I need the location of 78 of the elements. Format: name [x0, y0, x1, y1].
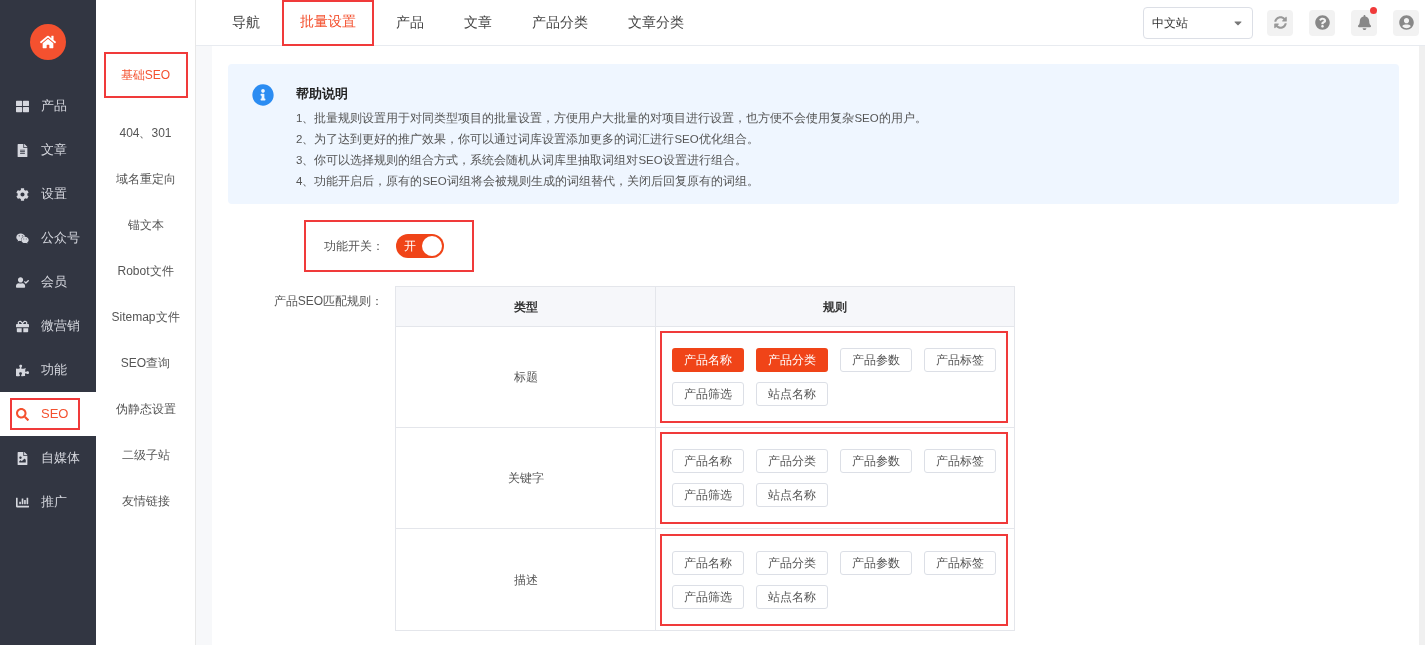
- rule-tag[interactable]: 产品参数: [840, 348, 912, 372]
- sidebar-item[interactable]: 文章: [0, 128, 96, 172]
- table-cell: 描述: [396, 529, 656, 630]
- rule-tag[interactable]: 产品标签: [924, 348, 996, 372]
- help-text: 3、你可以选择规则的组合方式，系统会随机从词库里抽取词组对SEO设置进行组合。: [296, 152, 748, 168]
- sidebar-item[interactable]: 设置: [0, 172, 96, 216]
- sidebar-item[interactable]: 产品: [0, 84, 96, 128]
- home-icon: [40, 34, 56, 50]
- bar-chart-icon: [16, 495, 29, 509]
- user-icon: [16, 275, 29, 289]
- user-icon: [1398, 15, 1414, 30]
- subnav-item[interactable]: 二级子站: [103, 432, 188, 478]
- rule-tag[interactable]: 产品名称: [672, 449, 744, 473]
- sidebar-item[interactable]: 推广: [0, 480, 96, 524]
- tab[interactable]: 批量设置: [282, 0, 374, 46]
- subnav-item[interactable]: 404、301: [103, 110, 188, 156]
- tab[interactable]: 文章分类: [610, 0, 702, 46]
- rule-tag[interactable]: 站点名称: [756, 382, 828, 406]
- tab[interactable]: 文章: [446, 0, 510, 46]
- subnav-item[interactable]: Sitemap文件: [103, 294, 188, 340]
- subnav-item[interactable]: 伪静态设置: [103, 386, 188, 432]
- rule-tag[interactable]: 产品筛选: [672, 483, 744, 507]
- gift-icon: [16, 319, 29, 333]
- notification-button[interactable]: [1351, 9, 1377, 36]
- rule-tag[interactable]: 产品筛选: [672, 382, 744, 406]
- feature-switch[interactable]: 开: [396, 234, 444, 258]
- subnav-item[interactable]: Robot文件: [103, 248, 188, 294]
- rule-tag[interactable]: 产品标签: [924, 550, 996, 575]
- rule-tag[interactable]: 站点名称: [756, 483, 828, 507]
- subnav-item[interactable]: 锚文本: [103, 202, 188, 248]
- subnav-item[interactable]: SEO查询: [103, 340, 188, 386]
- home-button[interactable]: [30, 24, 66, 60]
- column-header: 类型: [396, 287, 656, 326]
- puzzle-icon: [16, 363, 29, 377]
- table-cell: 标题: [396, 327, 656, 427]
- sidebar-item[interactable]: 会员: [0, 260, 96, 304]
- rule-tag[interactable]: 产品分类: [756, 348, 828, 372]
- rule-tag[interactable]: 产品筛选: [672, 584, 744, 609]
- refresh-icon: [1273, 16, 1287, 29]
- rule-tag[interactable]: 产品参数: [840, 550, 912, 575]
- gear-icon: [16, 187, 29, 201]
- subnav-item[interactable]: 基础SEO: [103, 52, 188, 98]
- rule-tag[interactable]: 产品名称: [672, 348, 744, 372]
- site-select[interactable]: 中文站: [1143, 6, 1253, 39]
- sidebar-item[interactable]: 公众号: [0, 216, 96, 260]
- subnav-item[interactable]: 域名重定向: [103, 156, 188, 202]
- help-text: 1、批量规则设置用于对同类型项目的批量设置，方便用户大批量的对项目进行设置，也方便不会使用复杂SEO的用户。: [296, 110, 927, 126]
- bell-icon: [1356, 15, 1372, 30]
- refresh-button[interactable]: [1267, 9, 1293, 36]
- help-text: 2、为了达到更好的推广效果，你可以通过词库设置添加更多的词汇进行SEO优化组合。: [296, 131, 760, 147]
- chat-icon: [16, 231, 29, 245]
- sidebar-item[interactable]: 微营销: [0, 304, 96, 348]
- rule-tag[interactable]: 产品名称: [672, 550, 744, 575]
- sidebar-item[interactable]: 功能: [0, 348, 96, 392]
- tab[interactable]: 导航: [214, 0, 278, 46]
- help-title: 帮助说明: [296, 85, 349, 103]
- column-header: 规则: [822, 298, 848, 316]
- search-icon: [16, 407, 29, 421]
- switch-label: 功能开关：: [324, 238, 384, 255]
- help-icon: [1314, 15, 1330, 30]
- rule-tag[interactable]: 站点名称: [756, 584, 828, 609]
- rule-tag[interactable]: 产品标签: [924, 449, 996, 473]
- table-cell: 关键字: [396, 428, 656, 528]
- account-button[interactable]: [1393, 9, 1419, 36]
- tab[interactable]: 产品: [378, 0, 442, 46]
- info-icon: [252, 84, 274, 106]
- rule-tag[interactable]: 产品参数: [840, 449, 912, 473]
- document-icon: [16, 143, 29, 157]
- document-icon: [16, 451, 29, 465]
- grid-icon: [16, 99, 29, 113]
- rule-tag[interactable]: 产品分类: [756, 449, 828, 473]
- rules-label: 产品SEO匹配规则：: [272, 293, 384, 310]
- rule-tag[interactable]: 产品分类: [756, 550, 828, 575]
- tab[interactable]: 产品分类: [514, 0, 606, 46]
- help-text: 4、功能开启后，原有的SEO词组将会被规则生成的词组替代，关闭后回复原有的词组。: [296, 173, 760, 189]
- subnav-item[interactable]: 友情链接: [103, 478, 188, 524]
- sidebar-item[interactable]: 自媒体: [0, 436, 96, 480]
- help-button[interactable]: [1309, 9, 1335, 36]
